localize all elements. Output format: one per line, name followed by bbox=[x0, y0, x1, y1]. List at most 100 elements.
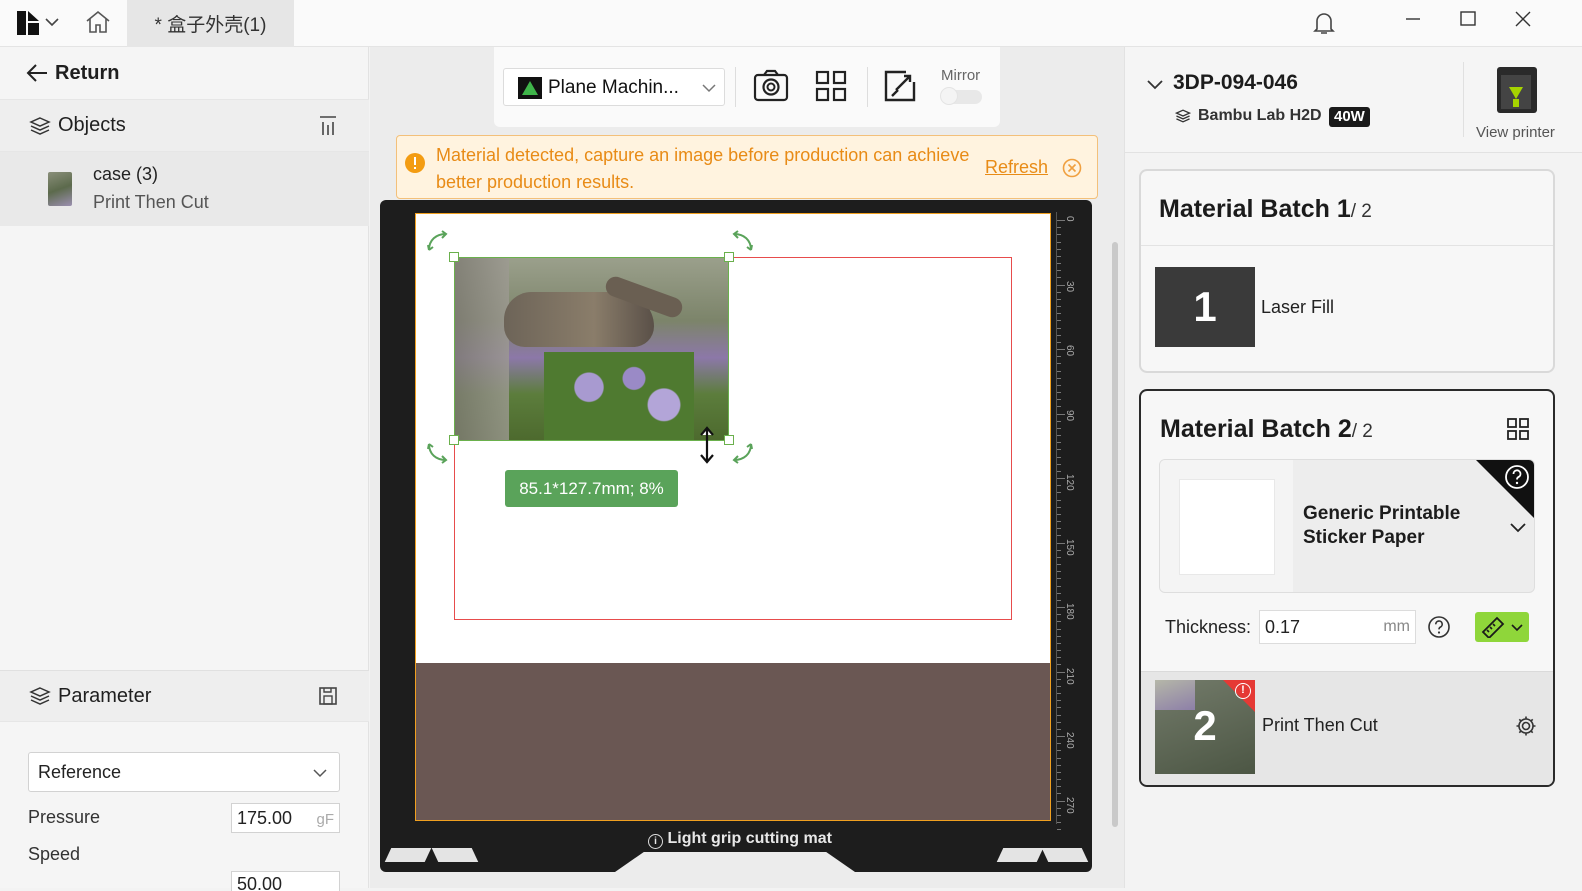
ruler-tick bbox=[1057, 535, 1061, 537]
ruler-tick bbox=[1057, 642, 1061, 644]
ruler-tick bbox=[1057, 377, 1061, 379]
machine-select[interactable]: Plane Machin... bbox=[503, 68, 725, 106]
batch-card-2[interactable]: Material Batch 2/ 2 Generic Printable St… bbox=[1139, 389, 1555, 787]
ruler-tick-label: 60 bbox=[1064, 345, 1075, 357]
gear-icon[interactable] bbox=[1515, 715, 1537, 737]
rotate-handle-icon[interactable] bbox=[728, 230, 754, 254]
view-printer-label[interactable]: View printer bbox=[1476, 124, 1555, 141]
ruler-tick bbox=[1057, 427, 1061, 429]
ruler-tick bbox=[1057, 693, 1061, 694]
ruler-tick bbox=[1057, 685, 1061, 687]
batch-2-total: / 2 bbox=[1351, 421, 1373, 442]
ruler-tick-label: 30 bbox=[1064, 280, 1075, 292]
ruler-tick bbox=[1057, 341, 1061, 343]
machine-icon bbox=[518, 77, 542, 99]
batch-1-title-text: Material Batch 1 bbox=[1159, 195, 1351, 223]
material-select[interactable]: Generic Printable Sticker Paper bbox=[1159, 459, 1535, 593]
material-swatch-area bbox=[1160, 460, 1293, 592]
ruler-tick bbox=[1057, 234, 1061, 236]
return-button[interactable]: Return bbox=[0, 47, 369, 100]
objects-header: Objects bbox=[0, 100, 369, 152]
batch-card-1[interactable]: Material Batch 1/ 2 1 Laser Fill bbox=[1139, 169, 1555, 373]
camera-icon[interactable] bbox=[753, 69, 789, 103]
chevron-down-icon[interactable] bbox=[45, 17, 59, 27]
ruler-tick bbox=[1057, 506, 1061, 508]
rotate-handle-icon[interactable] bbox=[426, 440, 452, 464]
object-name: case (3) bbox=[93, 164, 159, 184]
chevron-down-icon bbox=[1510, 522, 1526, 534]
pressure-input[interactable]: 175.00 gF bbox=[231, 803, 340, 833]
tab-document[interactable]: * 盒子外壳(1) bbox=[127, 0, 294, 47]
ruler-tick bbox=[1057, 255, 1061, 257]
ruler-tick bbox=[1057, 779, 1061, 780]
object-thumbnail bbox=[48, 172, 72, 206]
ruler-tick bbox=[1057, 564, 1061, 565]
ruler-tick bbox=[1057, 306, 1061, 307]
warning-icon bbox=[404, 152, 426, 174]
material-swatch bbox=[1179, 479, 1275, 575]
ruler-tick bbox=[1057, 728, 1061, 730]
batch-1-operation: Laser Fill bbox=[1261, 297, 1335, 317]
printer-icon[interactable] bbox=[1491, 65, 1543, 115]
refresh-link[interactable]: Refresh bbox=[985, 157, 1048, 178]
ruler-tick bbox=[1057, 556, 1061, 558]
ruler-tick bbox=[1057, 320, 1061, 322]
toolbar-divider bbox=[867, 67, 868, 107]
ruler-tick-label: 0 bbox=[1064, 216, 1075, 222]
resize-cursor-icon bbox=[699, 426, 715, 464]
help-icon[interactable] bbox=[1427, 615, 1451, 639]
close-circle-icon[interactable] bbox=[1062, 158, 1082, 178]
mat-tab bbox=[384, 848, 432, 862]
maximize-icon[interactable] bbox=[1459, 10, 1477, 28]
printer-header: 3DP-094-046 Bambu Lab H2D 40W View print… bbox=[1125, 47, 1582, 153]
ruler-tick-label: 210 bbox=[1064, 667, 1075, 685]
chevron-down-icon[interactable] bbox=[1147, 79, 1163, 91]
ruler-tick bbox=[1057, 750, 1061, 752]
ruler-tick bbox=[1057, 614, 1061, 616]
thickness-value: 0.17 bbox=[1265, 617, 1301, 637]
chevron-down-icon bbox=[702, 83, 716, 93]
ruler-tick bbox=[1057, 822, 1061, 823]
mirror-toggle[interactable] bbox=[940, 87, 982, 105]
save-icon[interactable] bbox=[318, 686, 338, 706]
operation-row[interactable]: ! 2 Print Then Cut bbox=[1141, 671, 1553, 785]
grid-icon[interactable] bbox=[1507, 418, 1529, 440]
home-icon[interactable] bbox=[84, 9, 112, 35]
help-icon[interactable] bbox=[1504, 464, 1530, 490]
pressure-value: 175.00 bbox=[237, 808, 293, 828]
layers-icon bbox=[1175, 108, 1191, 124]
list-item-object[interactable]: case (3) Print Then Cut bbox=[0, 152, 369, 226]
bell-icon[interactable] bbox=[1312, 10, 1336, 36]
ruler-tick bbox=[1057, 435, 1061, 436]
return-label: Return bbox=[55, 61, 120, 84]
ruler-tick bbox=[1057, 707, 1061, 709]
ruler-tick bbox=[1057, 456, 1061, 458]
ruler-tick bbox=[1057, 757, 1061, 759]
ruler-tick bbox=[1057, 721, 1061, 723]
ruler-tick bbox=[1057, 370, 1061, 372]
thickness-label: Thickness: bbox=[1165, 617, 1252, 637]
rotate-handle-icon[interactable] bbox=[426, 230, 452, 254]
close-icon[interactable] bbox=[1514, 10, 1532, 28]
measure-button[interactable] bbox=[1475, 612, 1529, 642]
mat-work-area[interactable]: 85.1*127.7mm; 8% bbox=[415, 213, 1051, 821]
printer-name: 3DP-094-046 bbox=[1173, 71, 1298, 94]
preset-select[interactable]: Reference bbox=[28, 752, 340, 792]
ruler-icon bbox=[1481, 616, 1505, 638]
printer-model: Bambu Lab H2D bbox=[1198, 107, 1322, 124]
batch-1-title: Material Batch 1/ 2 bbox=[1159, 195, 1372, 224]
ruler-tick-label: 180 bbox=[1064, 603, 1075, 620]
ruler-tick bbox=[1057, 392, 1061, 393]
toolbar-divider bbox=[735, 67, 736, 107]
grid-icon[interactable] bbox=[815, 70, 847, 102]
sort-icon[interactable] bbox=[318, 115, 338, 137]
minimize-icon[interactable] bbox=[1404, 10, 1422, 28]
speed-input[interactable]: 50.00 bbox=[231, 871, 340, 891]
thickness-input[interactable]: 0.17 mm bbox=[1259, 610, 1416, 644]
edit-image-icon[interactable] bbox=[884, 70, 916, 102]
mat-tab bbox=[431, 848, 479, 862]
rotate-handle-icon[interactable] bbox=[728, 440, 754, 464]
vertical-scrollbar[interactable] bbox=[1112, 242, 1118, 827]
app-logo-icon[interactable] bbox=[16, 10, 40, 36]
ruler-tick bbox=[1057, 384, 1061, 386]
